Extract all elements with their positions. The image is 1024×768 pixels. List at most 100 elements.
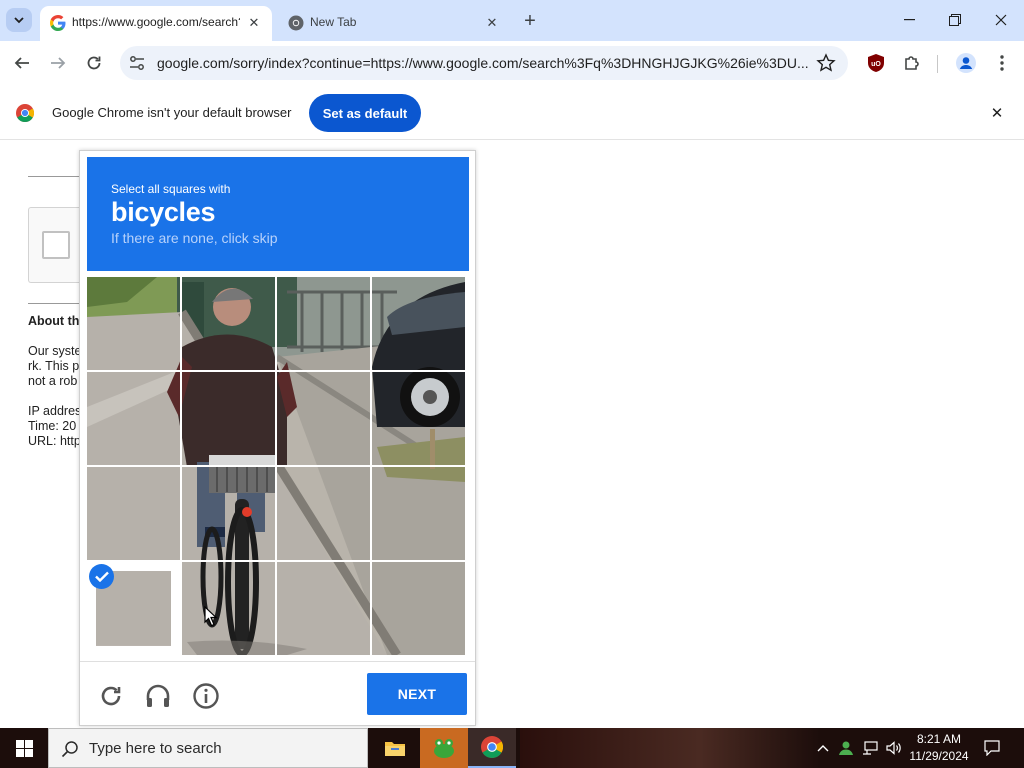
image-tile[interactable] [87,467,180,560]
set-as-default-button[interactable]: Set as default [309,94,421,132]
chrome-logo-icon [481,736,503,758]
image-grid [87,277,467,656]
image-tile[interactable] [372,277,465,370]
taskbar-search-box[interactable]: Type here to search [48,728,368,768]
recaptcha-checkbox[interactable] [42,231,70,259]
image-tile[interactable] [277,372,370,465]
tile-photo [182,277,275,370]
forward-button[interactable] [44,49,72,77]
taskbar-app-frog[interactable] [420,728,468,768]
tile-photo [372,467,465,560]
clock-time: 8:21 AM [916,732,962,746]
page-line: URL: http [28,434,80,448]
image-tile[interactable] [87,372,180,465]
image-tile[interactable] [277,277,370,370]
taskbar-background [520,728,820,768]
url-text: google.com/sorry/index?continue=https://… [157,55,809,71]
image-tile[interactable] [182,372,275,465]
tile-photo [277,562,370,655]
chevron-up-icon [817,745,829,752]
arrow-right-icon [51,57,66,69]
system-clock[interactable]: 8:21 AM 11/29/2024 [902,731,976,765]
close-tab-icon[interactable]: ✕ [244,13,264,33]
ublock-shield-icon: uO [868,54,884,72]
ublock-extension-button[interactable]: uO [862,49,890,77]
tile-photo [87,277,180,370]
close-tab-icon[interactable]: ✕ [482,13,502,33]
tile-photo [87,372,180,465]
headphones-icon[interactable] [144,682,172,710]
tile-photo [182,467,275,560]
profile-button[interactable] [952,49,980,77]
speaker-icon [886,741,901,755]
image-tile[interactable] [372,372,465,465]
page-line: IP addres [28,404,80,418]
notification-icon [984,740,1000,756]
svg-text:uO: uO [871,61,881,68]
image-tile[interactable] [182,562,275,655]
show-hidden-icons-button[interactable] [814,728,832,768]
close-window-button[interactable] [978,0,1024,40]
challenge-instruction: Select all squares with [111,182,231,196]
network-icon [863,741,878,755]
people-tray-button[interactable] [836,728,856,768]
more-vertical-icon [1000,55,1004,71]
clock-date: 11/29/2024 [909,749,969,763]
extensions-button[interactable] [898,49,926,77]
challenge-hint: If there are none, click skip [111,230,278,246]
image-tile[interactable] [182,467,275,560]
new-tab-button[interactable]: + [518,9,542,33]
chrome-taskbar-button[interactable] [468,728,516,768]
file-explorer-button[interactable] [371,728,419,768]
reload-icon [87,56,101,70]
browser-toolbar: google.com/sorry/index?continue=https://… [0,41,1024,86]
recaptcha-anchor [28,207,84,283]
network-tray-button[interactable] [860,728,880,768]
info-icon[interactable] [192,682,220,710]
user-icon [839,741,853,755]
tab-search-button[interactable] [6,8,32,32]
minimize-icon [903,19,915,21]
search-placeholder: Type here to search [89,740,222,757]
toolbar-divider [937,55,938,73]
back-button[interactable] [8,49,36,77]
image-tile[interactable] [87,277,180,370]
default-browser-infobar: Google Chrome isn't your default browser… [0,86,1024,140]
notifications-button[interactable] [980,728,1004,768]
minimize-button[interactable] [886,0,932,40]
tile-photo [87,467,180,560]
tab-title: https://www.google.com/search?q [72,15,240,29]
page-line: Time: 20 [28,419,77,433]
reload-button[interactable] [80,49,108,77]
tile-photo [277,467,370,560]
tab-google-search[interactable]: https://www.google.com/search?q ✕ [40,6,272,41]
tile-selected-check-icon [89,564,114,589]
site-settings-icon[interactable] [128,54,146,72]
address-bar[interactable]: google.com/sorry/index?continue=https://… [120,46,848,80]
image-tile[interactable] [372,562,465,655]
menu-button[interactable] [988,49,1016,77]
volume-tray-button[interactable] [884,728,904,768]
tile-photo [372,372,465,465]
puzzle-icon [905,56,919,70]
image-tile[interactable] [277,562,370,655]
google-favicon-icon [50,15,66,31]
bookmark-star-icon[interactable] [816,53,836,73]
image-tile[interactable] [372,467,465,560]
search-icon [61,741,78,758]
tab-new-tab[interactable]: New Tab ✕ [278,6,510,41]
image-tile[interactable] [277,467,370,560]
challenge-header: Select all squares with bicycles If ther… [87,157,469,271]
reload-challenge-icon[interactable] [97,682,125,710]
start-button[interactable] [0,728,48,768]
tile-photo [182,372,275,465]
chevron-down-icon [14,17,24,24]
close-infobar-icon[interactable]: ✕ [988,104,1006,122]
next-button[interactable]: NEXT [367,673,467,715]
restore-button[interactable] [932,0,978,40]
arrow-left-icon [14,57,29,69]
image-tile[interactable] [182,277,275,370]
tile-photo [372,562,465,655]
chrome-logo-icon [16,104,34,122]
image-tile[interactable] [87,562,180,655]
